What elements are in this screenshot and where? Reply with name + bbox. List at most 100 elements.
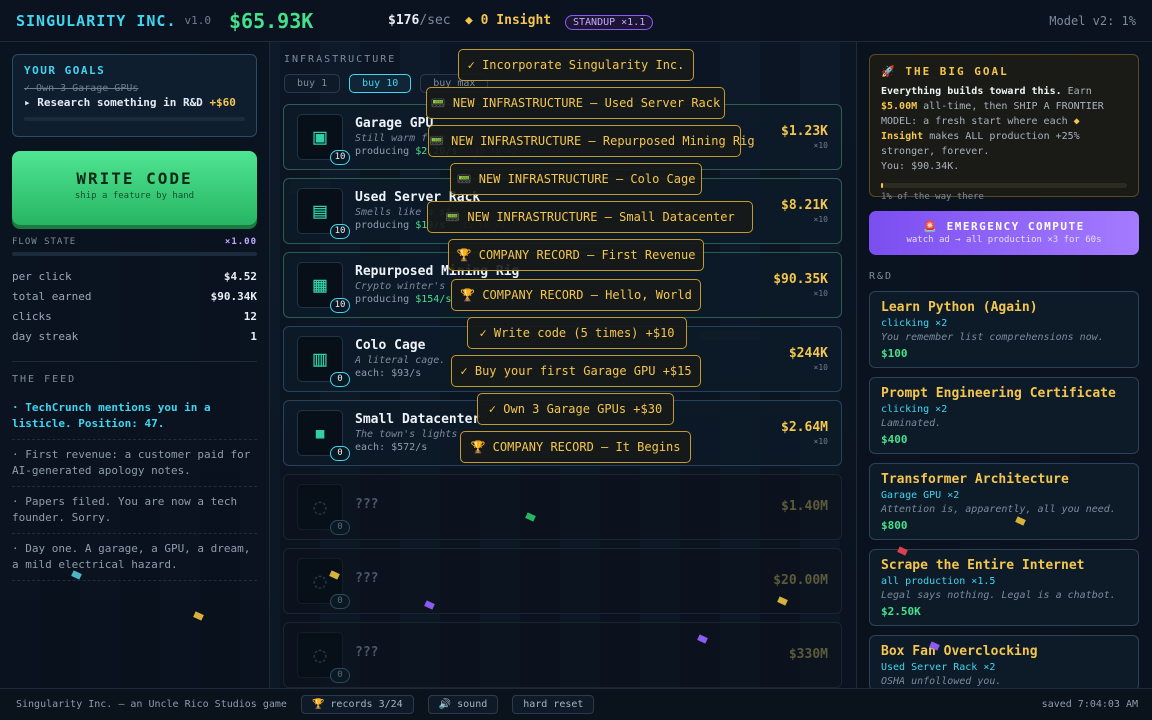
version: v1.0 bbox=[184, 14, 212, 27]
feed-list: · TechCrunch mentions you in a listicle.… bbox=[12, 393, 257, 581]
rd-card[interactable]: Transformer Architecture Garage GPU ×2 A… bbox=[869, 463, 1139, 540]
owned-count: 0 bbox=[330, 446, 350, 461]
infra-name: ??? bbox=[355, 571, 379, 586]
owned-count: 0 bbox=[330, 594, 350, 609]
saved-time: saved 7:04:03 AM bbox=[1041, 699, 1138, 710]
achievement-toast: ✓ Incorporate Singularity Inc. bbox=[458, 49, 694, 81]
infra-mult: ×10 bbox=[813, 437, 828, 446]
rd-card[interactable]: Learn Python (Again) clicking ×2 You rem… bbox=[869, 291, 1139, 368]
rd-effect: Garage GPU ×2 bbox=[881, 490, 960, 501]
infra-desc: The town's lights bbox=[355, 429, 458, 440]
infra-mult: ×10 bbox=[813, 363, 828, 372]
infra-mult: ×10 bbox=[813, 215, 828, 224]
rd-card[interactable]: Prompt Engineering Certificate clicking … bbox=[869, 377, 1139, 454]
stat-row: day streak 1 bbox=[12, 330, 257, 343]
sound-button[interactable]: 🔊 sound bbox=[427, 695, 499, 714]
big-goal-way: 1% of the way there bbox=[881, 192, 984, 202]
owned-count: 0 bbox=[330, 372, 350, 387]
emergency-compute-button[interactable]: 🚨 EMERGENCY COMPUTE watch ad → all produ… bbox=[869, 211, 1139, 255]
rd-effect: Used Server Rack ×2 bbox=[881, 662, 996, 673]
infra-production: each: $93/s bbox=[355, 368, 422, 379]
goals-box: YOUR GOALS ✓ Own 3 Garage GPUs ▸ Researc… bbox=[12, 54, 257, 137]
infra-price: $1.23K bbox=[781, 124, 828, 139]
infra-card[interactable]: ◌ 0 ??? $1.40M bbox=[283, 474, 842, 540]
achievement-toast: 📟 NEW INFRASTRUCTURE — Used Server Rack bbox=[426, 87, 725, 119]
achievement-toast: ✓ Write code (5 times) +$10 bbox=[467, 317, 687, 349]
rd-effect: all production ×1.5 bbox=[881, 576, 996, 587]
rd-card[interactable]: Scrape the Entire Internet all productio… bbox=[869, 549, 1139, 626]
insight-count: ◆ 0 Insight bbox=[465, 13, 552, 28]
goal-current: ▸ Research something in R&D +$60 bbox=[24, 96, 236, 109]
buy-10-button[interactable]: buy 10 bbox=[349, 74, 412, 93]
left-panel: YOUR GOALS ✓ Own 3 Garage GPUs ▸ Researc… bbox=[0, 42, 270, 688]
money-total: $65.93K bbox=[229, 8, 314, 33]
infra-price: $244K bbox=[788, 346, 828, 361]
owned-count: 10 bbox=[330, 150, 350, 165]
hard-reset-button[interactable]: hard reset bbox=[512, 695, 595, 714]
emergency-sub: watch ad → all production ×3 for 60s bbox=[906, 235, 1102, 245]
model-progress: Model v2: 1% bbox=[1049, 14, 1136, 28]
feed-title: THE FEED bbox=[12, 361, 257, 385]
footer: Singularity Inc. — an Uncle Rico Studios… bbox=[0, 688, 1152, 720]
achievement-toast: 📟 NEW INFRASTRUCTURE — Repurposed Mining… bbox=[428, 125, 755, 157]
rd-desc: You remember list comprehensions now. bbox=[881, 332, 1104, 343]
feed-item: · TechCrunch mentions you in a listicle.… bbox=[12, 393, 257, 440]
write-code-button[interactable]: WRITE CODE ship a feature by hand bbox=[12, 151, 257, 225]
rd-name: Transformer Architecture bbox=[881, 472, 1069, 487]
stat-row: clicks 12 bbox=[12, 310, 257, 323]
write-code-label: WRITE CODE bbox=[76, 169, 193, 188]
rd-price: $400 bbox=[881, 433, 908, 446]
infra-card[interactable]: ◌ 0 ??? $330M bbox=[283, 622, 842, 688]
big-goal-title: 🚀 THE BIG GOAL bbox=[881, 65, 1009, 78]
infra-name: ??? bbox=[355, 497, 379, 512]
achievement-toast: 🏆 COMPANY RECORD — It Begins bbox=[460, 431, 691, 463]
infra-name: Garage GPU bbox=[355, 116, 434, 131]
big-goal-box: 🚀 THE BIG GOAL Everything builds toward … bbox=[869, 54, 1139, 202]
rd-desc: Attention is, apparently, all you need. bbox=[881, 504, 1116, 515]
owned-count: 10 bbox=[330, 298, 350, 313]
rd-desc: Legal says nothing. Legal is a chatbot. bbox=[881, 590, 1116, 601]
achievement-toast: ✓ Own 3 Garage GPUs +$30 bbox=[477, 393, 674, 425]
right-panel: 🚀 THE BIG GOAL Everything builds toward … bbox=[856, 42, 1152, 691]
stat-row: per click $4.52 bbox=[12, 270, 257, 283]
infra-production: each: $572/s bbox=[355, 442, 428, 453]
big-goal-progress bbox=[881, 183, 1127, 188]
big-goal-you: You: $90.34K. bbox=[881, 161, 960, 172]
infra-mult: ×10 bbox=[813, 141, 828, 150]
feed-item: · Day one. A garage, a GPU, a dream, a m… bbox=[12, 534, 257, 581]
rd-desc: Laminated. bbox=[881, 418, 942, 429]
rd-price: $800 bbox=[881, 519, 908, 532]
achievement-toast: ✓ Buy your first Garage GPU +$15 bbox=[451, 355, 701, 387]
infra-price: $330M bbox=[788, 647, 828, 662]
footer-credit: Singularity Inc. — an Uncle Rico Studios… bbox=[16, 699, 287, 710]
rd-price: $100 bbox=[881, 347, 908, 360]
flow-value: ×1.00 bbox=[224, 237, 257, 247]
flow-bar bbox=[12, 252, 257, 256]
achievement-toast: 🏆 COMPANY RECORD — First Revenue bbox=[448, 239, 704, 271]
infra-card[interactable]: ◌ 0 ??? $20.00M bbox=[283, 548, 842, 614]
infra-price: $8.21K bbox=[781, 198, 828, 213]
achievement-toast: 🏆 COMPANY RECORD — Hello, World bbox=[451, 279, 701, 311]
owned-count: 0 bbox=[330, 520, 350, 535]
buy-1-button[interactable]: buy 1 bbox=[284, 74, 341, 93]
stat-row: total earned $90.34K bbox=[12, 290, 257, 303]
infra-price: $90.35K bbox=[773, 272, 828, 287]
infra-price: $20.00M bbox=[773, 573, 828, 588]
rd-title: R&D bbox=[869, 271, 894, 282]
rd-price: $2.50K bbox=[881, 605, 921, 618]
rd-card[interactable]: Box Fan Overclocking Used Server Rack ×2… bbox=[869, 635, 1139, 691]
income-rate: $176/sec bbox=[388, 13, 451, 28]
records-button[interactable]: 🏆 records 3/24 bbox=[300, 695, 414, 714]
rd-name: Learn Python (Again) bbox=[881, 300, 1038, 315]
owned-count: 10 bbox=[330, 224, 350, 239]
rd-desc: OSHA unfollowed you. bbox=[881, 676, 1002, 687]
infra-name: Colo Cage bbox=[355, 338, 426, 353]
write-code-sub: ship a feature by hand bbox=[74, 191, 195, 201]
flow-state: FLOW STATE ×1.00 bbox=[12, 237, 257, 247]
infra-mult: ×10 bbox=[813, 289, 828, 298]
infra-desc: Crypto winter's bbox=[355, 281, 446, 292]
rd-effect: clicking ×2 bbox=[881, 404, 948, 415]
rd-name: Scrape the Entire Internet bbox=[881, 558, 1085, 573]
infra-price: $1.40M bbox=[781, 499, 828, 514]
infra-name: ??? bbox=[355, 645, 379, 660]
